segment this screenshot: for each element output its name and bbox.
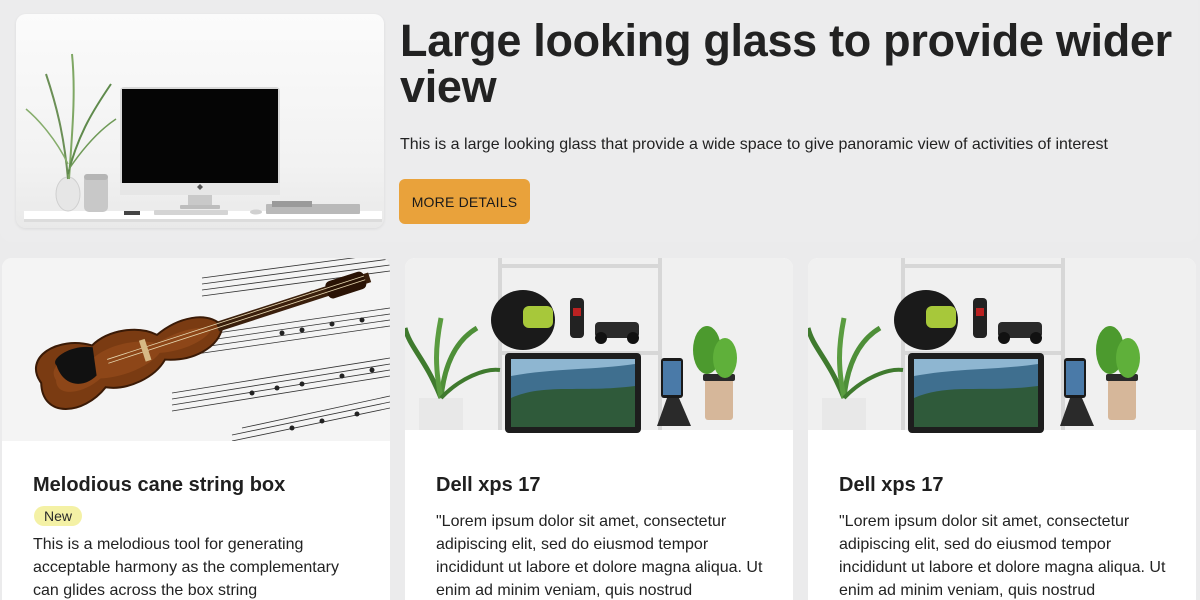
- product-card[interactable]: Melodious cane string box New This is a …: [2, 258, 390, 600]
- product-card[interactable]: Dell xps 17 "Lorem ipsum dolor sit amet,…: [405, 258, 793, 600]
- new-badge: New: [34, 506, 83, 526]
- hero-section: Large looking glass to provide wider vie…: [0, 0, 1198, 242]
- card-title: Dell xps 17: [839, 474, 944, 496]
- more-details-button[interactable]: MORE DETAILS: [399, 179, 530, 224]
- desk-laptop-illustration: [808, 258, 1196, 441]
- hero-description: This is a large looking glass that provi…: [400, 136, 1108, 153]
- desk-laptop-illustration: [405, 258, 793, 441]
- card-title: Melodious cane string box: [33, 474, 286, 496]
- hero-title: Large looking glass to provide wider vie…: [400, 15, 1172, 112]
- card-description: "Lorem ipsum dolor sit amet, consectetur…: [839, 513, 1166, 599]
- desktop-computer-illustration: [24, 53, 382, 222]
- card-description: "Lorem ipsum dolor sit amet, consectetur…: [436, 513, 763, 599]
- violin-sheet-music-illustration: [2, 258, 390, 441]
- hero-image: [16, 14, 384, 228]
- card-image: [808, 258, 1196, 441]
- product-card[interactable]: Dell xps 17 "Lorem ipsum dolor sit amet,…: [808, 258, 1196, 600]
- card-image: [405, 258, 793, 441]
- card-title: Dell xps 17: [436, 474, 541, 496]
- card-image: [2, 258, 390, 441]
- card-description: This is a melodious tool for generating …: [33, 536, 339, 599]
